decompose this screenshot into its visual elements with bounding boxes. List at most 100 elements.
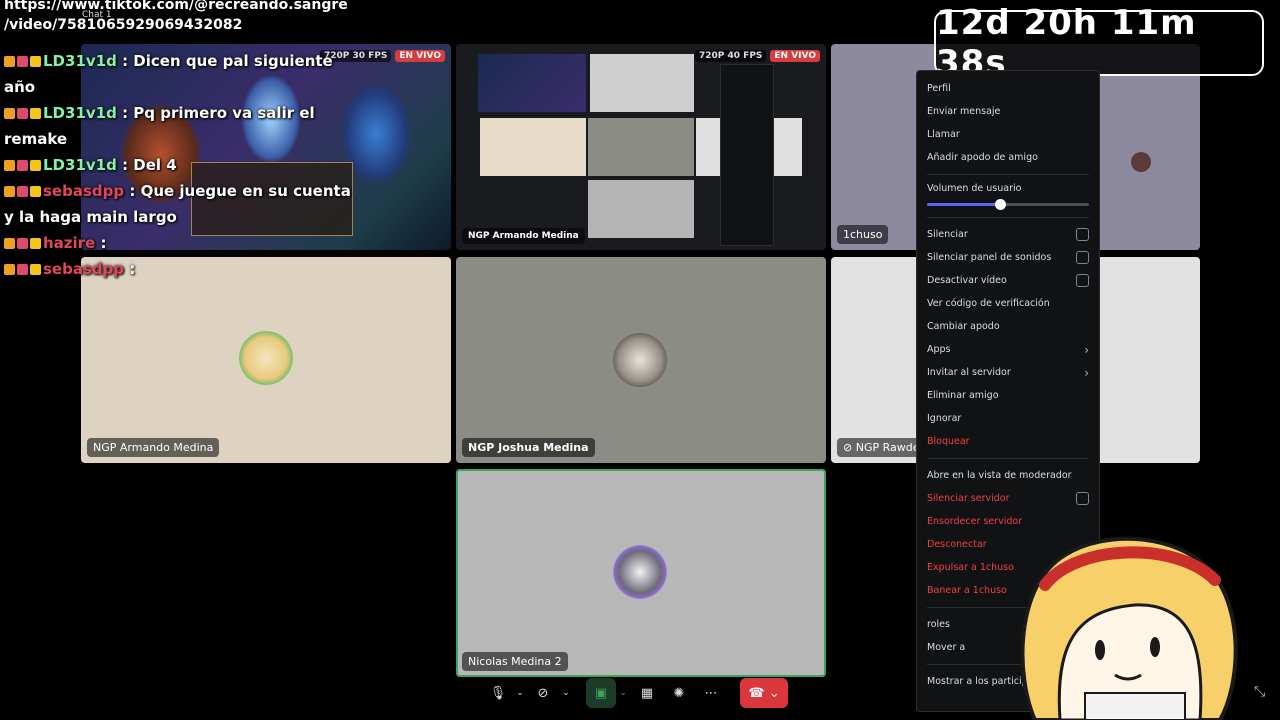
chat-username: hazire [43, 234, 96, 252]
menu-ignore[interactable]: Ignorar [927, 407, 1089, 430]
exit-fullscreen-icon[interactable]: ⤡ [1254, 684, 1265, 700]
chat-message: remake [4, 126, 344, 152]
camera-button[interactable]: ⊘ [528, 678, 558, 708]
more-icon: ⋯ [704, 685, 718, 701]
checkbox[interactable] [1076, 228, 1089, 241]
chat-text: : Pq primero va salir el [122, 104, 315, 122]
grid-icon: ▦ [640, 685, 654, 701]
user-tile-nicolas[interactable]: Nicolas Medina 2 [456, 469, 826, 677]
soundboard-button[interactable]: ✺ [664, 678, 694, 708]
nested-stream [590, 54, 694, 112]
checkbox[interactable] [1076, 274, 1089, 287]
menu-profile[interactable]: Perfil [927, 77, 1089, 100]
chevron-down-icon: ⌄ [516, 688, 524, 698]
avatar [239, 331, 293, 385]
stream-badges: 720P 40 FPS EN VIVO [695, 50, 820, 62]
nested-tile [588, 180, 694, 238]
chat-username: LD31v1d [43, 52, 117, 70]
volume-slider-knob[interactable] [994, 199, 1006, 210]
activities-button[interactable]: ▦ [630, 678, 664, 708]
menu-divider [927, 458, 1089, 459]
menu-block[interactable]: Bloquear [927, 430, 1089, 453]
user-tile-armando[interactable]: NGP Armando Medina [81, 257, 451, 463]
camera-options-button[interactable]: ⌄ [558, 678, 574, 708]
menu-apps[interactable]: Apps › [927, 338, 1089, 361]
microphone-button[interactable]: 🎙︎ [484, 678, 512, 708]
disconnect-button[interactable]: ☎︎ ⌄ [740, 678, 788, 708]
menu-server-mute[interactable]: Silenciar servidor [927, 487, 1089, 510]
menu-verification-code[interactable]: Ver código de verificación [927, 292, 1089, 315]
chat-message: año [4, 74, 344, 100]
nested-stream [478, 54, 586, 112]
user-volume-slider[interactable] [927, 196, 1089, 212]
quality-badge: 720P 40 FPS [695, 50, 767, 62]
menu-add-nickname[interactable]: Añadir apodo de amigo [927, 146, 1089, 169]
camera-off-icon: ⊘ [843, 441, 856, 454]
tile-name-label: NGP Joshua Medina [462, 438, 595, 457]
avatar [613, 545, 667, 599]
microphone-icon: 🎙︎ [489, 685, 507, 701]
tile-name-label: 1chuso [837, 225, 889, 244]
chevron-down-icon: ⌄ [619, 688, 627, 698]
chevron-right-icon: › [1084, 342, 1089, 357]
menu-change-nickname[interactable]: Cambiar apodo [927, 315, 1089, 338]
more-options-button[interactable]: ⋯ [694, 678, 728, 708]
chat-message: LD31v1d : Pq primero va salir el [4, 100, 344, 126]
user-tile-joshua[interactable]: NGP Joshua Medina [456, 257, 826, 463]
chevron-down-icon: ⌄ [562, 688, 570, 698]
stream-tile-armando[interactable]: 720P 40 FPS EN VIVO NGP Armando Medina [456, 44, 826, 250]
screen-share-options-button[interactable]: ⌄ [616, 678, 630, 708]
menu-send-message[interactable]: Enviar mensaje [927, 100, 1089, 123]
url-line-2: /video/7581065929069432082 [4, 17, 243, 33]
chat-text: : Del 4 [122, 156, 177, 174]
menu-moderator-view[interactable]: Abre en la vista de moderador [927, 464, 1089, 487]
chat-text: : [129, 260, 136, 278]
chat-text: : Dicen que pal siguiente [122, 52, 333, 70]
chat-username: sebasdpp [43, 182, 125, 200]
chat-badge-icon [4, 52, 43, 70]
chat-text: : [100, 234, 107, 252]
chat-message: y la haga main largo [4, 204, 344, 230]
nested-tile [588, 118, 694, 176]
hang-up-icon: ☎︎ ⌄ [748, 685, 780, 701]
call-controls: 🎙︎ ⌄ ⊘ ⌄ ▣ ⌄ ▦ ✺ ⋯ ☎︎ ⌄ [484, 676, 788, 710]
tile-name-label: NGP Armando Medina [462, 228, 585, 244]
nested-menu [720, 64, 774, 246]
chat-badge-icon [4, 104, 43, 122]
menu-disable-video[interactable]: Desactivar vídeo [927, 269, 1089, 292]
chat-message: LD31v1d : Dicen que pal siguiente [4, 48, 344, 74]
menu-divider [927, 174, 1089, 175]
chat-message: sebasdpp : [4, 256, 344, 282]
checkbox[interactable] [1076, 251, 1089, 264]
avatar [1131, 152, 1151, 172]
menu-call[interactable]: Llamar [927, 123, 1089, 146]
checkbox[interactable] [1076, 492, 1089, 505]
screen-share-icon: ▣ [594, 685, 608, 701]
chat-username: LD31v1d [43, 156, 117, 174]
tile-name-label: Nicolas Medina 2 [462, 652, 568, 671]
chat-badge-icon [4, 156, 43, 174]
avatar [613, 333, 667, 387]
live-badge: EN VIVO [395, 50, 445, 62]
screen-share-button[interactable]: ▣ [586, 678, 616, 708]
camera-off-icon: ⊘ [537, 685, 549, 701]
chat-badge-icon [4, 234, 43, 252]
chat-text: y la haga main largo [4, 208, 177, 226]
live-badge: EN VIVO [770, 50, 820, 62]
menu-mute[interactable]: Silenciar [927, 223, 1089, 246]
chat-badge-icon [4, 260, 43, 278]
chat-overlay: LD31v1d : Dicen que pal siguiente año LD31… [4, 48, 351, 282]
mascot-character [1020, 536, 1238, 720]
menu-mute-soundboard[interactable]: Silenciar panel de sonidos [927, 246, 1089, 269]
menu-remove-friend[interactable]: Eliminar amigo [927, 384, 1089, 407]
mic-options-button[interactable]: ⌄ [512, 678, 528, 708]
menu-invite-server[interactable]: Invitar al servidor › [927, 361, 1089, 384]
chat-message: LD31v1d : Del 4 [4, 152, 344, 178]
countdown-timer: 12d 20h 11m 38s [934, 3, 1264, 83]
chat-text: año [4, 78, 36, 96]
source-url: https://www.tiktok.com/@recreando.sangre… [4, 0, 348, 33]
menu-user-volume-label: Volumen de usuario [927, 182, 1022, 194]
chat-message: hazire : [4, 230, 344, 256]
chat-username: sebasdpp [43, 260, 125, 278]
chat-text: remake [4, 130, 68, 148]
